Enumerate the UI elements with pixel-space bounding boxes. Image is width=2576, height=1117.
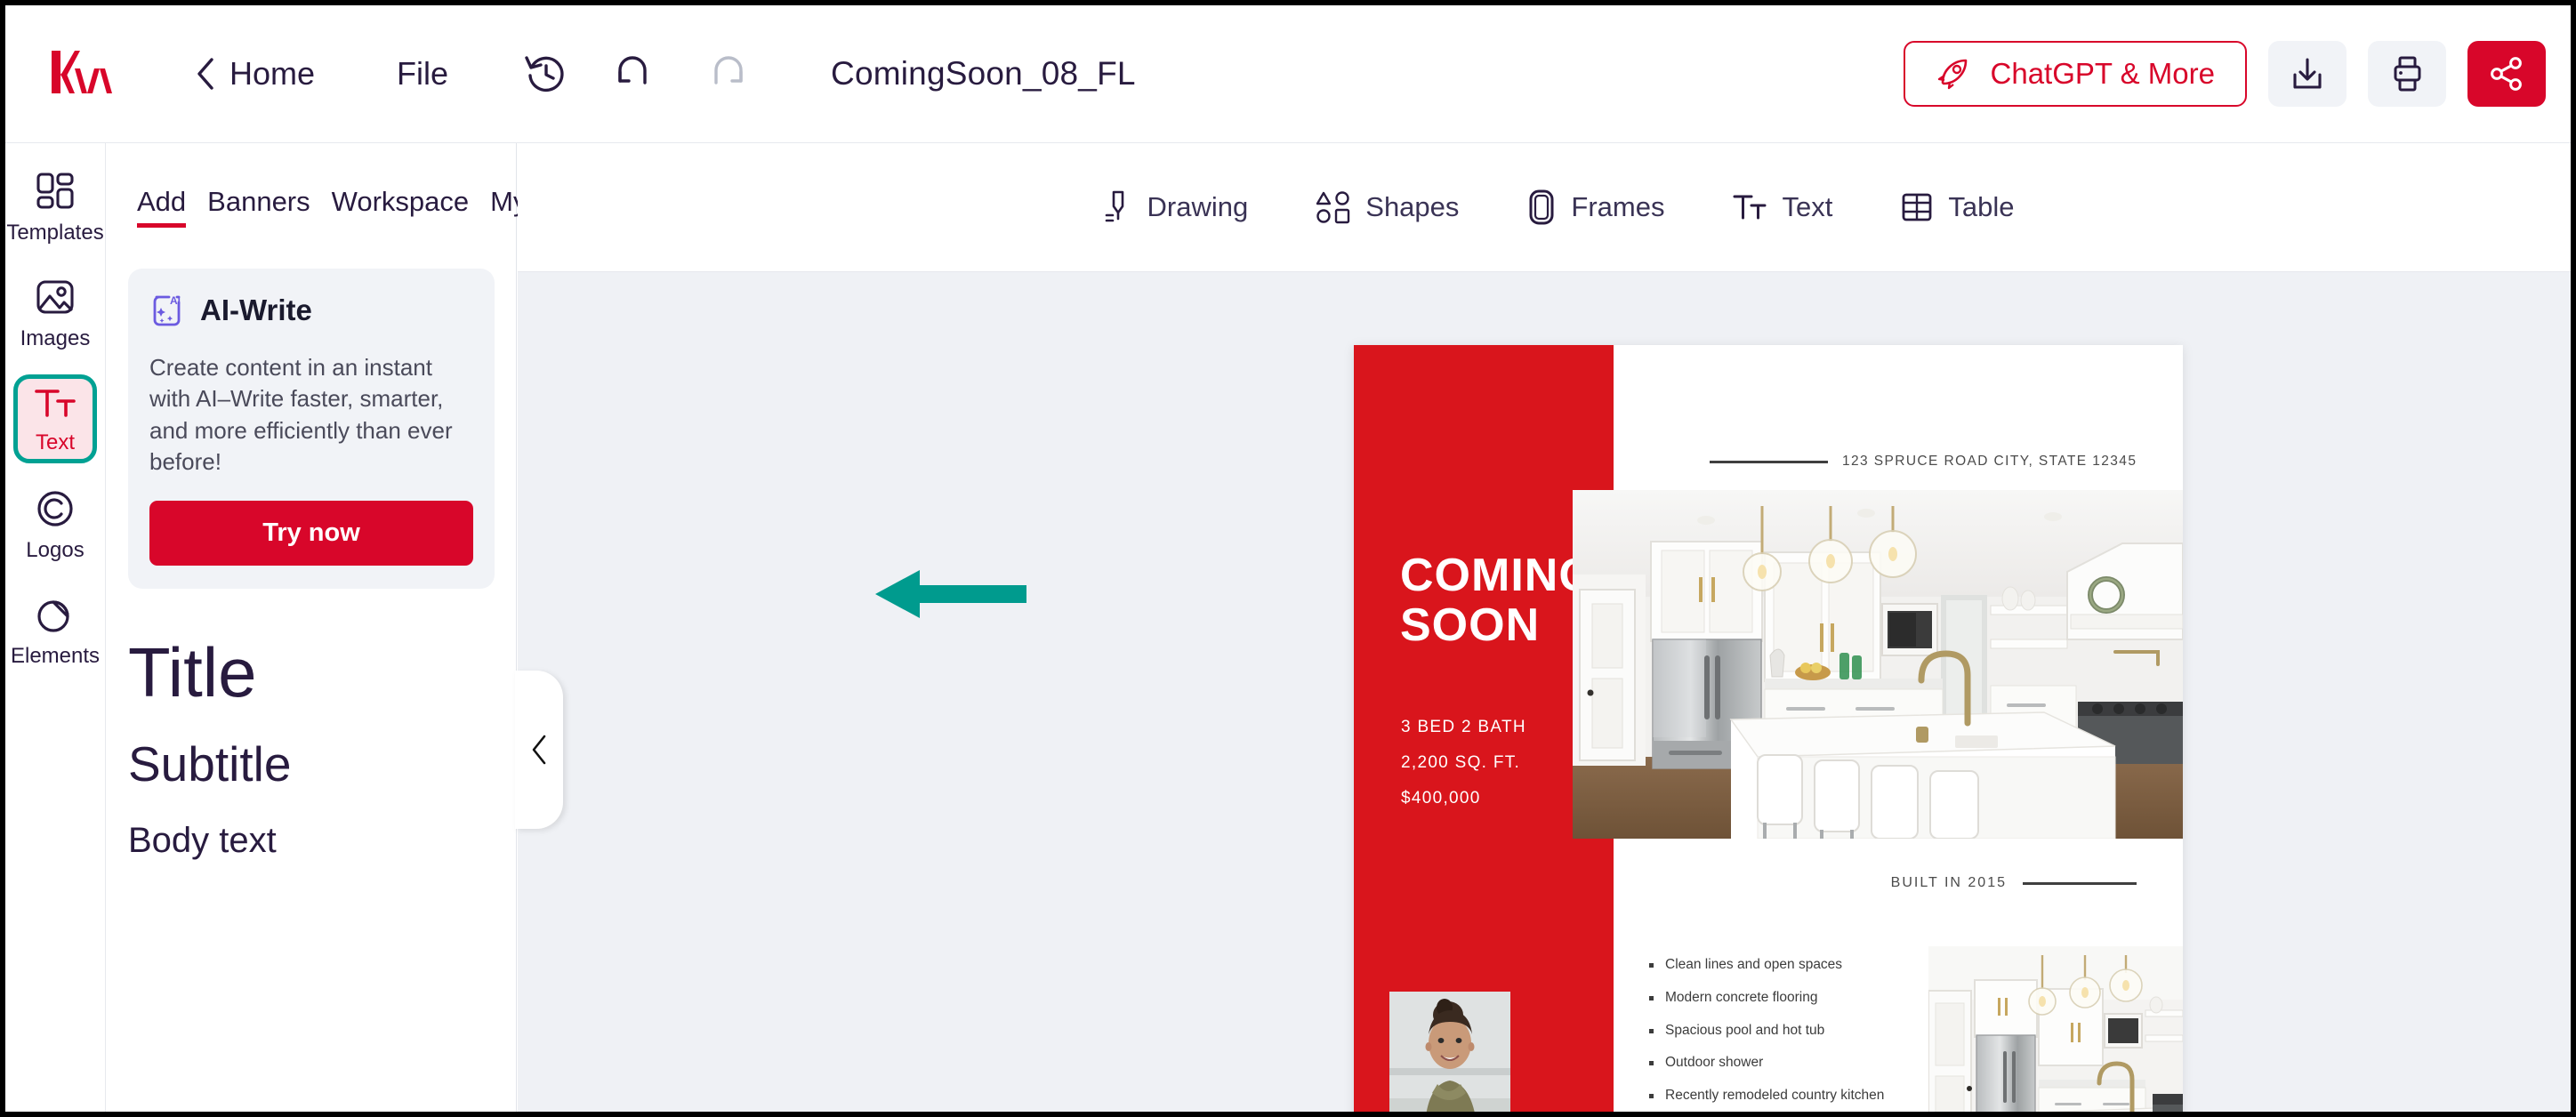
print-icon: [2394, 56, 2421, 92]
chatgpt-label: ChatGPT & More: [1990, 57, 2215, 90]
tool-label-drawing: Drawing: [1147, 191, 1249, 222]
spec-beds-baths: 3 BED 2 BATH: [1401, 718, 1526, 736]
headline-line-1: COMING: [1400, 550, 1596, 601]
grid-icon: [36, 172, 74, 209]
list-item: Modern concrete flooring: [1647, 990, 1907, 1006]
agent-headshot[interactable]: [1389, 992, 1510, 1112]
ai-write-header: AI AI-Write: [149, 292, 473, 329]
redo-icon: [714, 56, 743, 84]
sidebar-label-images: Images: [20, 325, 91, 350]
kitchen-photo-2[interactable]: [1928, 946, 2183, 1112]
history-icon: [525, 56, 564, 92]
tab-add[interactable]: Add: [126, 186, 197, 228]
flyer-address: 123 SPRUCE ROAD CITY, STATE 12345: [1842, 454, 2137, 469]
tab-banners[interactable]: Banners: [197, 186, 320, 228]
list-item: Outdoor shower: [1647, 1055, 1907, 1071]
address-rule: [1710, 460, 1828, 463]
undo-button[interactable]: [610, 45, 667, 102]
frame-icon: [1529, 189, 1554, 225]
side-panel: Add Banners Workspace My Assets AI AI-Wr…: [107, 143, 616, 1112]
sidebar-label-logos: Logos: [26, 537, 85, 562]
top-header: Home File ComingSoon_08_FL ChatGPT & Mor…: [5, 5, 2571, 143]
share-icon: [2491, 57, 2522, 91]
image-icon: [36, 279, 74, 314]
ai-write-icon: AI: [153, 294, 181, 326]
text-icon: [35, 389, 76, 417]
text-style-list: Title Subtitle Body text: [128, 635, 516, 860]
home-label: Home: [229, 55, 316, 92]
sidebar-item-templates[interactable]: Templates: [6, 163, 104, 252]
home-button[interactable]: Home: [196, 55, 315, 92]
svg-text:AI: AI: [170, 294, 181, 307]
built-rule: [2023, 881, 2137, 885]
flyer-specs: 3 BED 2 BATH 2,200 SQ. FT. $400,000: [1401, 710, 1526, 816]
shapes-icon: [1316, 191, 1350, 224]
sidebar-label-templates: Templates: [6, 220, 104, 245]
sidebar-item-images[interactable]: Images: [13, 269, 97, 358]
list-item: Recently remodeled country kitchen: [1647, 1088, 1907, 1104]
spec-price: $400,000: [1401, 788, 1481, 808]
pen-icon: [1105, 190, 1123, 222]
text-style-subtitle[interactable]: Subtitle: [128, 737, 516, 792]
flyer-headline: COMING SOON: [1400, 550, 1596, 651]
flyer-built-label: BUILT IN 2015: [1890, 875, 2007, 890]
chevron-left-icon: [532, 735, 546, 765]
flyer-address-row: 123 SPRUCE ROAD CITY, STATE 12345: [1710, 454, 2137, 470]
kitchen-photo[interactable]: [1573, 490, 2183, 839]
shapes-icon: [37, 599, 69, 632]
canvas-area[interactable]: 123 SPRUCE ROAD CITY, STATE 12345 COMING…: [518, 272, 2571, 1112]
tool-label-frames: Frames: [1571, 191, 1665, 222]
share-button[interactable]: [2467, 41, 2546, 107]
flyer-page[interactable]: 123 SPRUCE ROAD CITY, STATE 12345 COMING…: [1354, 345, 2183, 1112]
tab-workspace[interactable]: Workspace: [321, 186, 480, 228]
ai-write-description: Create content in an instant with AI–Wri…: [149, 354, 453, 476]
tool-label-text: Text: [1782, 191, 1833, 222]
panel-tabs: Add Banners Workspace My Assets: [107, 143, 616, 228]
kw-logo[interactable]: [46, 49, 116, 99]
document-title[interactable]: ComingSoon_08_FL: [831, 55, 1136, 92]
tool-shapes[interactable]: Shapes: [1316, 189, 1459, 225]
download-icon: [2293, 58, 2322, 89]
list-item: Clean lines and open spaces: [1647, 957, 1907, 973]
rocket-icon: [1937, 59, 1967, 90]
file-menu[interactable]: File: [397, 55, 448, 92]
copyright-icon: [37, 490, 73, 526]
flyer-feature-list: Clean lines and open spaces Modern concr…: [1647, 957, 1907, 1112]
download-button[interactable]: [2268, 41, 2347, 107]
canvas-toolbar: Drawing Shapes Frames Text Table: [518, 143, 2571, 272]
text-style-title[interactable]: Title: [128, 635, 516, 710]
tool-label-table: Table: [1948, 191, 2015, 222]
print-button[interactable]: [2368, 41, 2446, 107]
ai-write-card: AI AI-Write Create content in an instant…: [128, 269, 495, 590]
flyer-built-row: BUILT IN 2015: [1891, 875, 2137, 891]
header-actions: ChatGPT & More: [1903, 41, 2546, 107]
sidebar-item-text[interactable]: Text: [13, 374, 97, 463]
try-now-button[interactable]: Try now: [149, 501, 473, 567]
ai-write-title: AI-Write: [200, 293, 312, 326]
tool-frames[interactable]: Frames: [1526, 189, 1664, 226]
sidebar-label-elements: Elements: [10, 643, 101, 668]
sidebar-item-logos[interactable]: Logos: [13, 480, 97, 569]
panel-collapse-button[interactable]: [515, 671, 563, 829]
tool-text[interactable]: Text: [1732, 189, 1832, 225]
text-style-body[interactable]: Body text: [128, 821, 516, 860]
chatgpt-and-more-button[interactable]: ChatGPT & More: [1903, 41, 2247, 107]
app-window: Home File ComingSoon_08_FL ChatGPT & Mor…: [0, 0, 2576, 1117]
spec-size: 2,200 SQ. FT.: [1401, 752, 1521, 772]
headline-line-2: SOON: [1400, 599, 1541, 651]
list-item: Spacious pool and hot tub: [1647, 1023, 1907, 1039]
table-icon: [1902, 193, 1932, 221]
text-icon: [1733, 195, 1767, 220]
sidebar-item-elements[interactable]: Elements: [10, 586, 101, 675]
history-button[interactable]: [518, 45, 575, 102]
tool-label-shapes: Shapes: [1365, 191, 1460, 222]
tool-table[interactable]: Table: [1900, 190, 2014, 224]
sidebar-label-text: Text: [35, 430, 75, 454]
undo-icon: [618, 56, 647, 84]
tool-drawing[interactable]: Drawing: [1101, 189, 1249, 226]
left-rail: Templates Images Text Logos Elements: [5, 143, 106, 1112]
redo-button[interactable]: [703, 45, 760, 102]
chevron-left-icon: [197, 58, 213, 90]
